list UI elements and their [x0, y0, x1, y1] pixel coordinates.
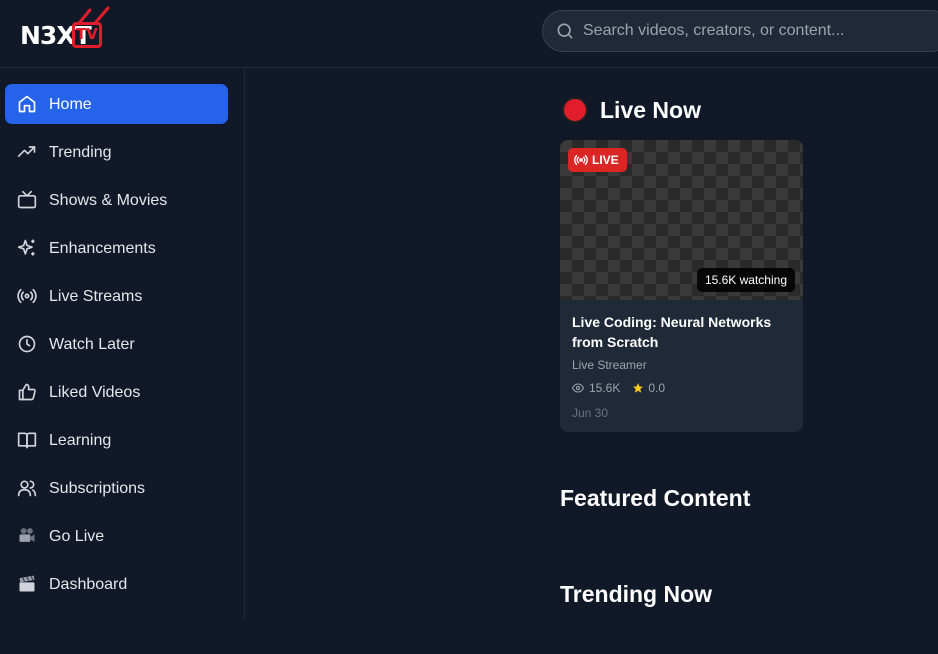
live-now-title: Live Now — [600, 97, 701, 123]
logo-tv-text: TV — [76, 25, 98, 43]
search-icon — [557, 23, 573, 39]
tv-icon — [17, 190, 37, 210]
sidebar-item-shows-movies[interactable]: Shows & Movies — [5, 180, 228, 220]
sidebar-item-label: Liked Videos — [49, 384, 141, 401]
sidebar-item-dashboard[interactable]: Dashboard — [5, 564, 228, 604]
sidebar-item-subscriptions[interactable]: Subscriptions — [5, 468, 228, 508]
sidebar-item-label: Enhancements — [49, 240, 156, 257]
clapper-icon — [17, 574, 37, 594]
sidebar-item-go-live[interactable]: Go Live — [5, 516, 228, 556]
live-badge: LIVE — [568, 148, 627, 172]
sidebar-item-label: Watch Later — [49, 336, 135, 353]
clock-icon — [17, 334, 37, 354]
video-date: Jun 30 — [572, 406, 609, 420]
search-input[interactable] — [583, 11, 938, 51]
top-header: N3XT TV — [0, 0, 938, 68]
sidebar-item-label: Home — [49, 96, 92, 113]
sidebar-item-watch-later[interactable]: Watch Later — [5, 324, 228, 364]
sidebar-item-label: Subscriptions — [49, 480, 146, 497]
sidebar-item-label: Dashboard — [49, 576, 128, 593]
sidebar-item-label: Trending — [49, 144, 112, 161]
sidebar: Home Trending Shows & Movies Enhancement… — [0, 68, 245, 620]
thumbs-up-icon — [17, 382, 37, 402]
view-count: 15.6K — [589, 381, 621, 395]
video-stats: 15.6K 0.0 — [572, 381, 665, 395]
eye-icon — [572, 383, 584, 393]
broadcast-icon — [574, 154, 588, 166]
sidebar-item-learning[interactable]: Learning — [5, 420, 228, 460]
camera-icon — [17, 526, 37, 546]
live-badge-text: LIVE — [592, 153, 619, 167]
sidebar-item-label: Live Streams — [49, 288, 143, 305]
live-video-card[interactable]: LIVE 15.6K watching Live Coding: Neural … — [560, 140, 803, 432]
featured-content-title: Featured Content — [560, 485, 751, 511]
sidebar-item-live-streams[interactable]: Live Streams — [5, 276, 228, 316]
live-now-header: Live Now — [562, 94, 701, 126]
sidebar-item-home[interactable]: Home — [5, 84, 228, 124]
sidebar-item-label: Learning — [49, 432, 112, 449]
sidebar-item-enhancements[interactable]: Enhancements — [5, 228, 228, 268]
sparkles-icon — [17, 238, 37, 258]
video-title[interactable]: Live Coding: Neural Networks from Scratc… — [572, 312, 792, 352]
trending-now-title: Trending Now — [560, 581, 713, 607]
watching-count: 15.6K watching — [696, 268, 795, 292]
sidebar-item-liked-videos[interactable]: Liked Videos — [5, 372, 228, 412]
search-bar[interactable] — [542, 10, 938, 52]
rating-value: 0.0 — [648, 381, 666, 395]
sidebar-item-label: Shows & Movies — [49, 192, 168, 209]
broadcast-icon — [17, 286, 37, 306]
live-indicator-icon — [562, 97, 588, 123]
home-icon — [17, 94, 37, 114]
sidebar-item-trending[interactable]: Trending — [5, 132, 228, 172]
n3xt-tv-logo[interactable]: N3XT TV — [18, 6, 110, 58]
sidebar-item-label: Go Live — [49, 528, 105, 545]
trending-icon — [17, 142, 37, 162]
star-icon — [633, 383, 644, 393]
users-icon — [17, 478, 37, 498]
creator-name[interactable]: Live Streamer — [572, 358, 647, 372]
book-icon — [17, 430, 37, 450]
